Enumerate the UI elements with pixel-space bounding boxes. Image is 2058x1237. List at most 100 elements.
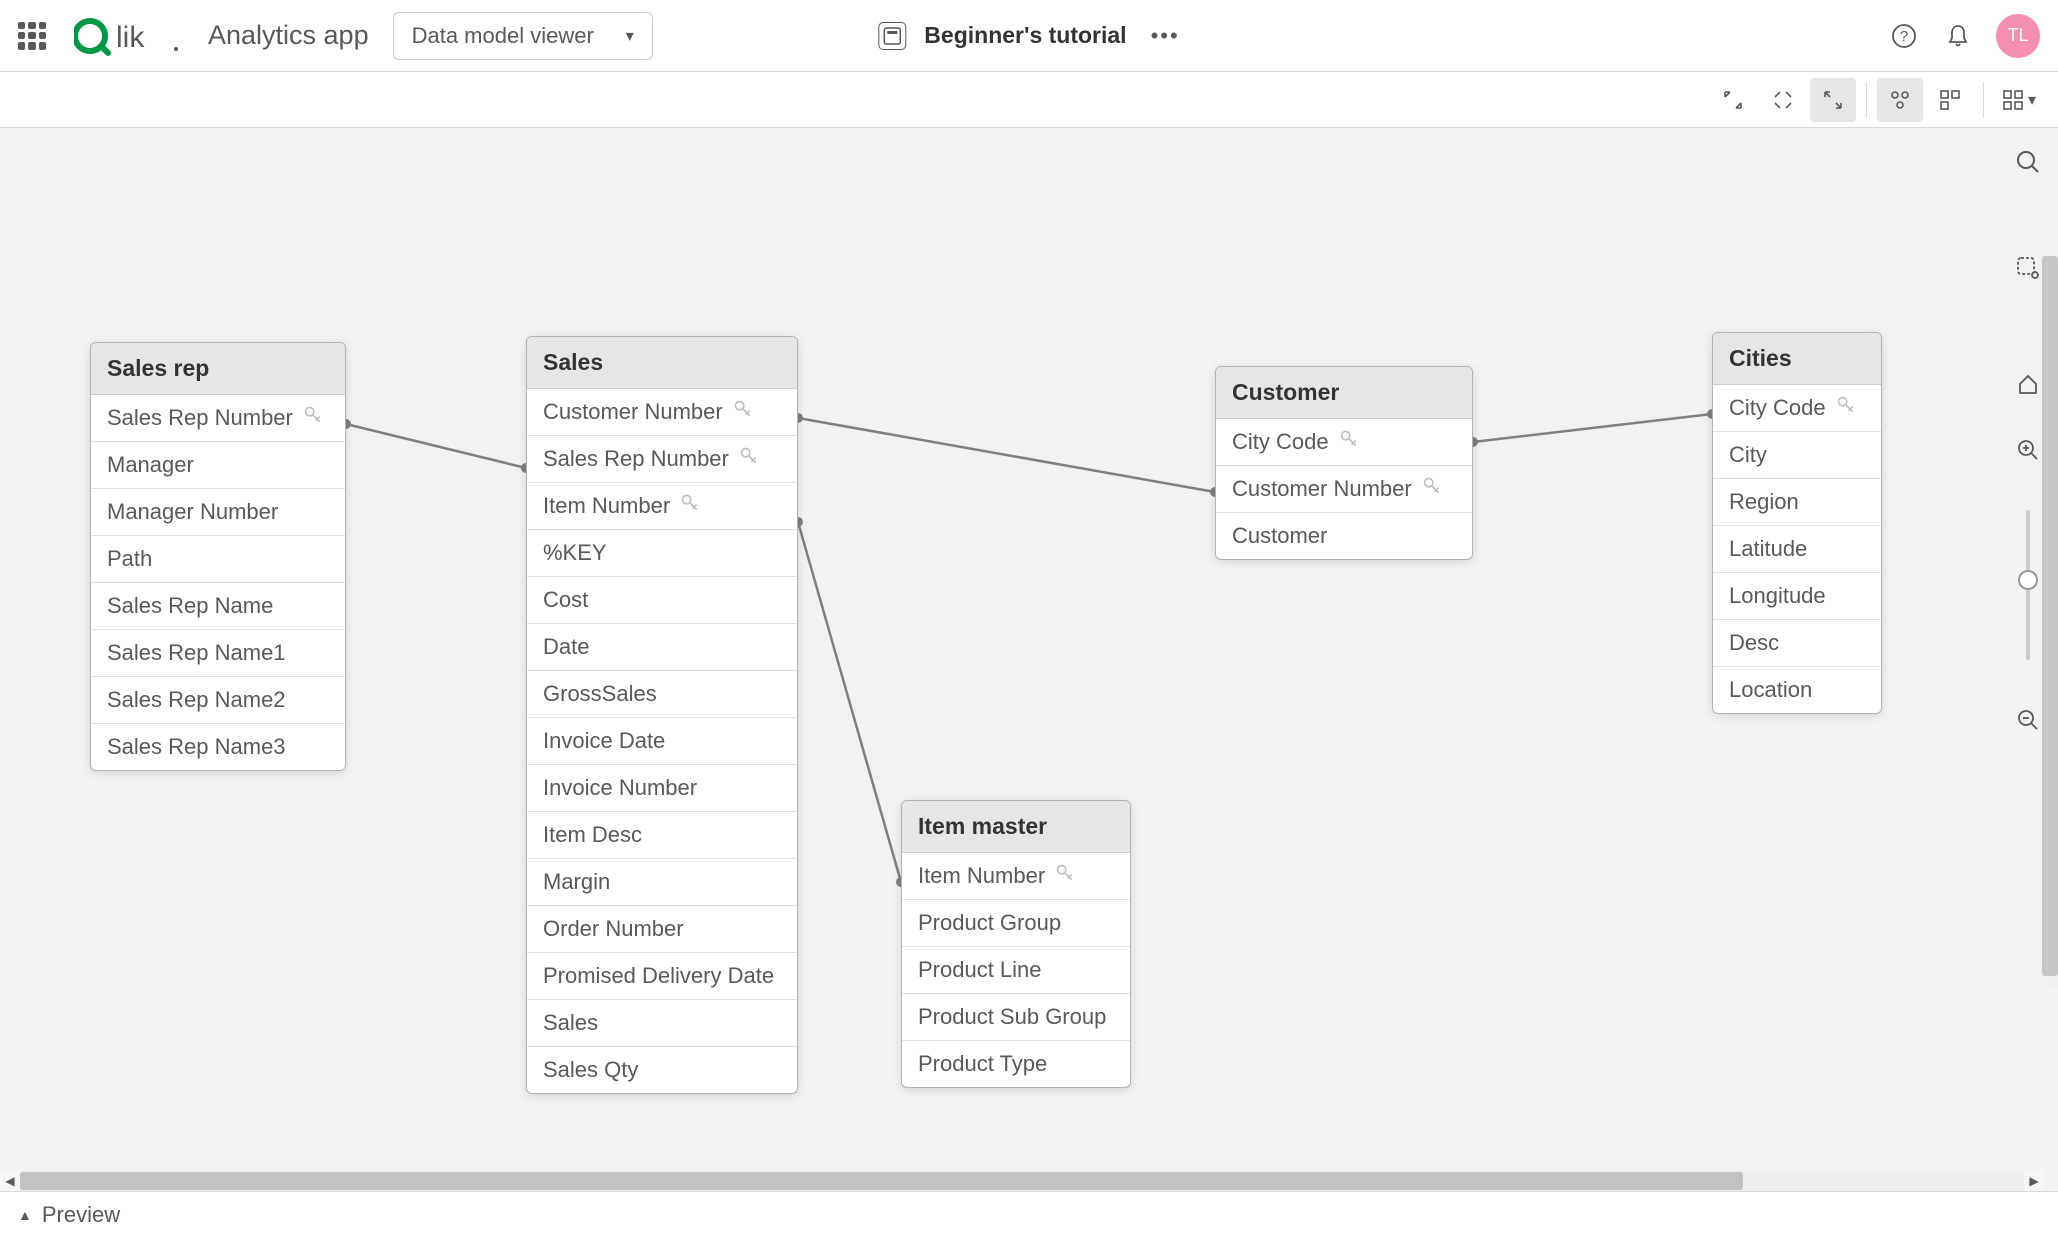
field-row[interactable]: Product Line xyxy=(902,947,1130,994)
field-row[interactable]: Date xyxy=(527,624,797,671)
data-model-canvas[interactable]: Sales repSales Rep NumberManagerManager … xyxy=(0,128,2058,1191)
table-header[interactable]: Cities xyxy=(1713,333,1881,385)
table-header[interactable]: Item master xyxy=(902,801,1130,853)
table-item_master[interactable]: Item masterItem NumberProduct GroupProdu… xyxy=(901,800,1131,1088)
field-name: Location xyxy=(1729,677,1812,703)
zoom-slider-handle[interactable] xyxy=(2018,570,2038,590)
field-row[interactable]: Sales Rep Number xyxy=(527,436,797,483)
sheet-icon[interactable] xyxy=(878,22,906,50)
field-row[interactable]: Product Sub Group xyxy=(902,994,1130,1041)
field-row[interactable]: Order Number xyxy=(527,906,797,953)
field-row[interactable]: City Code xyxy=(1713,385,1881,432)
field-row[interactable]: Item Number xyxy=(527,483,797,530)
field-name: Desc xyxy=(1729,630,1779,656)
field-row[interactable]: Sales Rep Name xyxy=(91,583,345,630)
field-name: Sales Rep Number xyxy=(543,446,729,472)
field-row[interactable]: Sales Rep Name3 xyxy=(91,724,345,770)
field-row[interactable]: Margin xyxy=(527,859,797,906)
field-row[interactable]: City Code xyxy=(1216,419,1472,466)
horizontal-scrollbar[interactable]: ◀ ▶ xyxy=(0,1171,2044,1191)
table-header[interactable]: Customer xyxy=(1216,367,1472,419)
field-row[interactable]: Sales Rep Number xyxy=(91,395,345,442)
tutorial-title[interactable]: Beginner's tutorial xyxy=(924,22,1126,49)
table-sales[interactable]: SalesCustomer NumberSales Rep NumberItem… xyxy=(526,336,798,1094)
zoom-out-icon[interactable] xyxy=(2012,704,2044,736)
field-row[interactable]: GrossSales xyxy=(527,671,797,718)
scroll-right-icon[interactable]: ▶ xyxy=(2024,1171,2044,1191)
field-name: Invoice Date xyxy=(543,728,665,754)
field-name: Date xyxy=(543,634,589,660)
field-row[interactable]: Customer Number xyxy=(1216,466,1472,513)
field-row[interactable]: Customer Number xyxy=(527,389,797,436)
vertical-scrollbar[interactable] xyxy=(2042,256,2058,988)
table-customer[interactable]: CustomerCity CodeCustomer NumberCustomer xyxy=(1215,366,1473,560)
help-icon[interactable]: ? xyxy=(1888,20,1920,52)
field-row[interactable]: Product Type xyxy=(902,1041,1130,1087)
field-row[interactable]: Sales Rep Name2 xyxy=(91,677,345,724)
table-header[interactable]: Sales xyxy=(527,337,797,389)
field-row[interactable]: Cost xyxy=(527,577,797,624)
field-row[interactable]: Item Number xyxy=(902,853,1130,900)
field-row[interactable]: Path xyxy=(91,536,345,583)
field-name: Sales Rep Name xyxy=(107,593,273,619)
field-row[interactable]: Promised Delivery Date xyxy=(527,953,797,1000)
field-row[interactable]: Region xyxy=(1713,479,1881,526)
scroll-left-icon[interactable]: ◀ xyxy=(0,1171,20,1191)
user-avatar[interactable]: TL xyxy=(1996,14,2040,58)
field-name: Margin xyxy=(543,869,610,895)
field-row[interactable]: Location xyxy=(1713,667,1881,713)
zoom-slider[interactable] xyxy=(2026,510,2030,660)
qlik-logo[interactable]: lik xyxy=(74,15,184,57)
layout-icon[interactable] xyxy=(1927,78,1973,122)
field-name: Item Number xyxy=(543,493,670,519)
svg-text:?: ? xyxy=(1900,28,1908,45)
horizontal-scroll-thumb[interactable] xyxy=(20,1172,1743,1190)
show-linked-icon[interactable] xyxy=(1760,78,1806,122)
field-row[interactable]: Longitude xyxy=(1713,573,1881,620)
field-row[interactable]: Sales xyxy=(527,1000,797,1047)
field-row[interactable]: Sales Rep Name1 xyxy=(91,630,345,677)
view-toolbar: ▾ xyxy=(0,72,2058,128)
lasso-icon[interactable] xyxy=(2012,252,2044,284)
field-row[interactable]: Invoice Number xyxy=(527,765,797,812)
field-row[interactable]: %KEY xyxy=(527,530,797,577)
field-row[interactable]: Product Group xyxy=(902,900,1130,947)
field-name: Item Desc xyxy=(543,822,642,848)
expand-all-icon[interactable] xyxy=(1810,78,1856,122)
field-row[interactable]: Manager xyxy=(91,442,345,489)
more-actions-icon[interactable]: ••• xyxy=(1151,23,1180,49)
key-icon xyxy=(680,493,700,519)
table-header[interactable]: Sales rep xyxy=(91,343,345,395)
zoom-in-icon[interactable] xyxy=(2012,434,2044,466)
field-row[interactable]: Customer xyxy=(1216,513,1472,559)
internal-view-icon[interactable] xyxy=(1877,78,1923,122)
search-icon[interactable] xyxy=(2012,146,2044,178)
field-row[interactable]: Invoice Date xyxy=(527,718,797,765)
field-name: Region xyxy=(1729,489,1799,515)
field-name: Product Type xyxy=(918,1051,1047,1077)
collapse-all-icon[interactable] xyxy=(1710,78,1756,122)
horizontal-scroll-track[interactable] xyxy=(20,1171,2024,1191)
view-selector-dropdown[interactable]: Data model viewer ▾ xyxy=(393,12,653,60)
field-row[interactable]: City xyxy=(1713,432,1881,479)
field-name: Item Number xyxy=(918,863,1045,889)
field-row[interactable]: Sales Qty xyxy=(527,1047,797,1093)
table-cities[interactable]: CitiesCity CodeCity Region LatitudeLongitu… xyxy=(1712,332,1882,714)
vertical-scroll-thumb[interactable] xyxy=(2042,256,2058,976)
field-row[interactable]: Manager Number xyxy=(91,489,345,536)
field-row[interactable]: Desc xyxy=(1713,620,1881,667)
preview-panel-header[interactable]: ▲ Preview xyxy=(0,1191,2058,1237)
table-sales_rep[interactable]: Sales repSales Rep NumberManagerManager … xyxy=(90,342,346,771)
field-row[interactable]: Latitude xyxy=(1713,526,1881,573)
field-name: Sales Qty xyxy=(543,1057,638,1083)
notifications-icon[interactable] xyxy=(1942,20,1974,52)
key-icon xyxy=(1836,395,1856,421)
home-zoom-icon[interactable] xyxy=(2012,368,2044,400)
app-launcher-icon[interactable] xyxy=(18,22,46,50)
field-name: Order Number xyxy=(543,916,684,942)
chevron-down-icon: ▾ xyxy=(2028,90,2036,110)
field-row[interactable]: Item Desc xyxy=(527,812,797,859)
expand-preview-icon[interactable]: ▲ xyxy=(18,1207,32,1223)
grid-layout-dropdown[interactable]: ▾ xyxy=(1994,78,2044,122)
field-name: Customer xyxy=(1232,523,1327,549)
